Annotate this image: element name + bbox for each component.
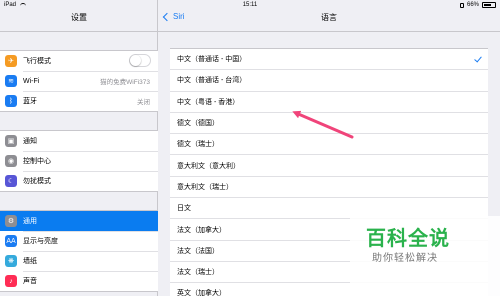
- sidebar-item-wallpaper[interactable]: ❋ 墙纸: [0, 251, 158, 271]
- sidebar-item-text: 通用: [23, 211, 158, 231]
- sidebar-item-wifi[interactable]: ≋ Wi-Fi 猫的免费WiFi373: [0, 71, 158, 91]
- notifications-icon: ▣: [5, 135, 17, 147]
- settings-sidebar: 设置 ✈ 飞行模式 ≋ Wi-Fi 猫的免费WiFi373 ᛒ 蓝牙 关闭 ▣ 通知 ◉ 控制中心 ☾ 勿…: [0, 0, 158, 296]
- settings-group: ⚙ 通用 AA 显示与亮度 ❋ 墙纸 ♪ 声音: [0, 210, 158, 292]
- sidebar-item-airplane[interactable]: ✈ 飞行模式: [0, 51, 158, 71]
- language-option[interactable]: 德文（德国）: [170, 113, 488, 135]
- sidebar-item-label: Wi-Fi: [23, 77, 40, 85]
- sidebar-item-label: 蓝牙: [23, 98, 37, 105]
- gear-icon: ⚙: [5, 215, 17, 227]
- sidebar-item-text: 勿扰模式: [23, 171, 158, 191]
- language-label: 意大利文（瑞士）: [177, 183, 233, 191]
- sidebar-item-display[interactable]: AA 显示与亮度: [0, 231, 158, 251]
- sidebar-item-control-center[interactable]: ◉ 控制中心: [0, 151, 158, 171]
- toggle-knob: [130, 55, 141, 66]
- language-option[interactable]: 意大利文（意大利）: [170, 155, 488, 177]
- sidebar-item-notifications[interactable]: ▣ 通知: [0, 131, 158, 151]
- rotation-lock-icon: [459, 3, 464, 8]
- language-label: 德文（德国）: [177, 120, 219, 128]
- language-label: 德文（瑞士）: [177, 141, 219, 149]
- sidebar-item-bluetooth[interactable]: ᛒ 蓝牙 关闭: [0, 91, 158, 111]
- sidebar-item-label: 飞行模式: [23, 58, 51, 65]
- sidebar-item-text: 蓝牙 关闭: [23, 91, 158, 111]
- nav-bar-divider: [158, 31, 500, 32]
- battery-icon: [482, 2, 496, 8]
- sidebar-item-gear[interactable]: ⚙ 通用: [0, 211, 158, 231]
- sidebar-item-text: 声音: [23, 271, 158, 291]
- language-label: 意大利文（意大利）: [177, 162, 240, 170]
- watermark-title: 百科全说: [366, 228, 450, 250]
- airplane-icon: ✈: [5, 55, 17, 67]
- sidebar-item-label: 显示与亮度: [23, 238, 58, 245]
- language-label: 中文（普通话 - 中国）: [177, 56, 247, 64]
- language-label: 日文: [177, 205, 191, 213]
- sidebar-item-value: 猫的免费WiFi373: [100, 79, 150, 86]
- sidebar-item-text: 显示与亮度: [23, 231, 158, 251]
- sidebar-item-text: 通知: [23, 131, 158, 151]
- sidebar-item-label: 通知: [23, 138, 37, 145]
- language-option[interactable]: 德文（瑞士）: [170, 134, 488, 156]
- language-label: 中文（普通话 - 台湾）: [177, 77, 247, 85]
- page-title: 语言: [321, 13, 337, 22]
- language-option[interactable]: 中文（粤语 - 香港）: [170, 92, 488, 113]
- checkmark-icon: [474, 54, 482, 63]
- status-bar: iPad 15:11 66%: [0, 0, 500, 10]
- display-icon: AA: [5, 235, 17, 247]
- language-label: 法文（法国）: [177, 247, 219, 255]
- settings-group: ✈ 飞行模式 ≋ Wi-Fi 猫的免费WiFi373 ᛒ 蓝牙 关闭: [0, 50, 158, 112]
- sidebar-item-text: Wi-Fi 猫的免费WiFi373: [23, 71, 158, 91]
- sidebar-header-divider: [0, 31, 158, 32]
- battery-percent: 66%: [466, 2, 479, 8]
- sidebar-item-label: 通用: [23, 218, 37, 225]
- sidebar-item-sound[interactable]: ♪ 声音: [0, 271, 158, 291]
- sidebar-item-label: 控制中心: [23, 158, 51, 165]
- moon-icon: ☾: [5, 175, 17, 187]
- language-option[interactable]: 中文（普通话 - 台湾）: [170, 70, 488, 92]
- sidebar-item-text: 飞行模式: [23, 51, 158, 71]
- settings-group: ▣ 通知 ◉ 控制中心 ☾ 勿扰模式: [0, 130, 158, 192]
- sidebar-item-label: 勿扰模式: [23, 178, 51, 185]
- language-label: 法文（瑞士）: [177, 269, 219, 277]
- sidebar-title: 设置: [71, 13, 87, 22]
- language-label: 英文（加拿大）: [177, 290, 226, 296]
- language-option[interactable]: 中文（普通话 - 中国）: [170, 49, 488, 71]
- control-center-icon: ◉: [5, 155, 17, 167]
- sound-icon: ♪: [5, 275, 17, 287]
- language-label: 中文（粤语 - 香港）: [177, 98, 240, 106]
- wallpaper-icon: ❋: [5, 255, 17, 267]
- language-label: 法文（加拿大）: [177, 226, 226, 234]
- sidebar-item-value: 关闭: [137, 99, 150, 106]
- language-option[interactable]: 意大利文（瑞士）: [170, 177, 488, 199]
- clock: 15:11: [242, 2, 258, 8]
- bluetooth-icon: ᛒ: [5, 95, 17, 107]
- watermark: 百科全说 助你轻松解决: [350, 216, 500, 296]
- sidebar-item-text: 墙纸: [23, 251, 158, 271]
- sidebar-item-text: 控制中心: [23, 151, 158, 171]
- status-right: 66%: [459, 0, 496, 10]
- airplane-mode-toggle[interactable]: [129, 54, 151, 67]
- wifi-icon: ≋: [5, 75, 17, 87]
- sidebar-item-label: 声音: [23, 278, 37, 285]
- sidebar-item-moon[interactable]: ☾ 勿扰模式: [0, 171, 158, 191]
- sidebar-item-label: 墙纸: [23, 258, 37, 265]
- watermark-subtitle: 助你轻松解决: [372, 253, 438, 264]
